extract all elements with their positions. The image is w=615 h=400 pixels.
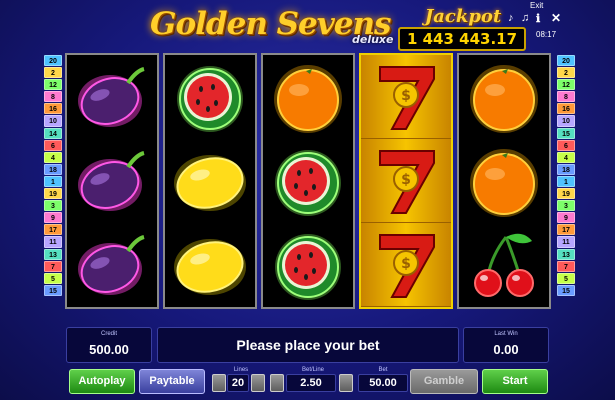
line-indicator: 15 xyxy=(44,284,62,296)
line-indicator: 17 xyxy=(557,224,575,236)
plum-symbol xyxy=(67,55,157,139)
line-indicator: 10 xyxy=(44,115,62,127)
lemon-symbol xyxy=(165,139,255,223)
line-indicator: 17 xyxy=(44,224,62,236)
reel-5 xyxy=(457,53,551,309)
bet-line-decrease-button[interactable] xyxy=(270,374,284,392)
watermelon-symbol xyxy=(263,223,353,307)
watermelon-symbol xyxy=(165,55,255,139)
line-indicator: 4 xyxy=(44,151,62,163)
music-notes-icon[interactable]: ♫ xyxy=(521,12,529,24)
line-indicator: 9 xyxy=(557,212,575,224)
top-bar: Exit ♪ ♫ ℹ ✕ 08:17 xyxy=(506,1,614,41)
paytable-button[interactable]: Paytable xyxy=(139,369,205,394)
line-indicator: 8 xyxy=(44,91,62,103)
lines-value: 20 xyxy=(227,374,249,392)
line-indicator: 3 xyxy=(557,200,575,212)
line-indicator: 6 xyxy=(44,139,62,151)
game-subtitle: deluxe xyxy=(352,33,394,46)
seven-symbol: $ xyxy=(361,55,451,139)
svg-text:$: $ xyxy=(401,88,411,104)
line-indicators-right: 20 2 12 8 16 10 15 6 4 18 1 19 3 9 17 11 13 7 5 15 xyxy=(557,55,575,297)
line-indicator: 8 xyxy=(557,91,575,103)
lines-increase-button[interactable] xyxy=(251,374,265,392)
cherry-symbol xyxy=(459,223,549,307)
orange-symbol xyxy=(459,139,549,223)
last-win-value: 0.00 xyxy=(493,342,519,357)
last-win-label: Last Win xyxy=(494,331,518,337)
reel-4: $ $ $ xyxy=(359,53,453,309)
credit-panel: Credit 500.00 xyxy=(66,327,152,363)
line-indicator: 10 xyxy=(557,115,575,127)
line-indicator: 13 xyxy=(44,248,62,260)
line-indicator: 7 xyxy=(557,260,575,272)
line-indicator: 20 xyxy=(44,55,62,67)
line-indicator: 7 xyxy=(44,260,62,272)
bet-line-increase-button[interactable] xyxy=(339,374,353,392)
line-indicator: 16 xyxy=(557,103,575,115)
plum-symbol xyxy=(67,139,157,223)
orange-symbol xyxy=(459,55,549,139)
bet-line-value: 2.50 xyxy=(286,374,336,392)
line-indicator: 19 xyxy=(44,188,62,200)
lines-decrease-button[interactable] xyxy=(212,374,226,392)
line-indicator: 18 xyxy=(557,163,575,175)
line-indicator: 2 xyxy=(557,67,575,79)
reel-3 xyxy=(261,53,355,309)
autoplay-button[interactable]: Autoplay xyxy=(69,369,135,394)
line-indicator: 13 xyxy=(557,248,575,260)
line-indicator: 5 xyxy=(557,272,575,284)
music-note-icon[interactable]: ♪ xyxy=(508,12,514,24)
line-indicator: 12 xyxy=(44,79,62,91)
info-icon[interactable]: ℹ xyxy=(536,12,540,25)
clock: 08:17 xyxy=(536,30,557,39)
line-indicator: 11 xyxy=(44,236,62,248)
jackpot-label: Jackpot xyxy=(424,6,502,27)
svg-text:$: $ xyxy=(401,256,411,272)
exit-label[interactable]: Exit xyxy=(530,1,543,10)
svg-text:$: $ xyxy=(401,172,411,188)
reel-2 xyxy=(163,53,257,309)
line-indicator: 11 xyxy=(557,236,575,248)
credit-label: Credit xyxy=(100,331,117,337)
message-bar: Please place your bet xyxy=(157,327,459,363)
start-button[interactable]: Start xyxy=(482,369,548,394)
close-icon[interactable]: ✕ xyxy=(551,11,561,25)
bet-line-label: Bet/Line xyxy=(301,367,325,373)
reels-area: $ $ $ xyxy=(65,53,552,309)
line-indicator: 15 xyxy=(557,284,575,296)
reel-1 xyxy=(65,53,159,309)
bet-value: 50.00 xyxy=(358,374,408,392)
bet-label: Bet xyxy=(378,367,388,373)
line-indicators-left: 20 2 12 8 16 10 14 6 4 18 1 19 3 9 17 11 13 7 5 15 xyxy=(44,55,62,297)
line-indicator: 6 xyxy=(557,139,575,151)
line-indicator: 15 xyxy=(557,127,575,139)
line-indicator: 18 xyxy=(44,163,62,175)
last-win-panel: Last Win 0.00 xyxy=(463,327,549,363)
line-indicator: 12 xyxy=(557,79,575,91)
seven-symbol: $ xyxy=(361,223,451,307)
line-indicator: 14 xyxy=(44,127,62,139)
lemon-symbol xyxy=(165,223,255,307)
line-indicator: 16 xyxy=(44,103,62,115)
credit-value: 500.00 xyxy=(89,342,129,357)
line-indicator: 1 xyxy=(44,175,62,188)
line-indicator: 20 xyxy=(557,55,575,67)
line-indicator: 5 xyxy=(44,272,62,284)
watermelon-symbol xyxy=(263,139,353,223)
orange-symbol xyxy=(263,55,353,139)
plum-symbol xyxy=(67,223,157,307)
line-indicator: 19 xyxy=(557,188,575,200)
gamble-button[interactable]: Gamble xyxy=(410,369,478,394)
line-indicator: 3 xyxy=(44,200,62,212)
line-indicator: 4 xyxy=(557,151,575,163)
line-indicator: 1 xyxy=(557,175,575,188)
lines-label: Lines xyxy=(233,367,249,373)
line-indicator: 2 xyxy=(44,67,62,79)
seven-symbol: $ xyxy=(361,139,451,223)
line-indicator: 9 xyxy=(44,212,62,224)
